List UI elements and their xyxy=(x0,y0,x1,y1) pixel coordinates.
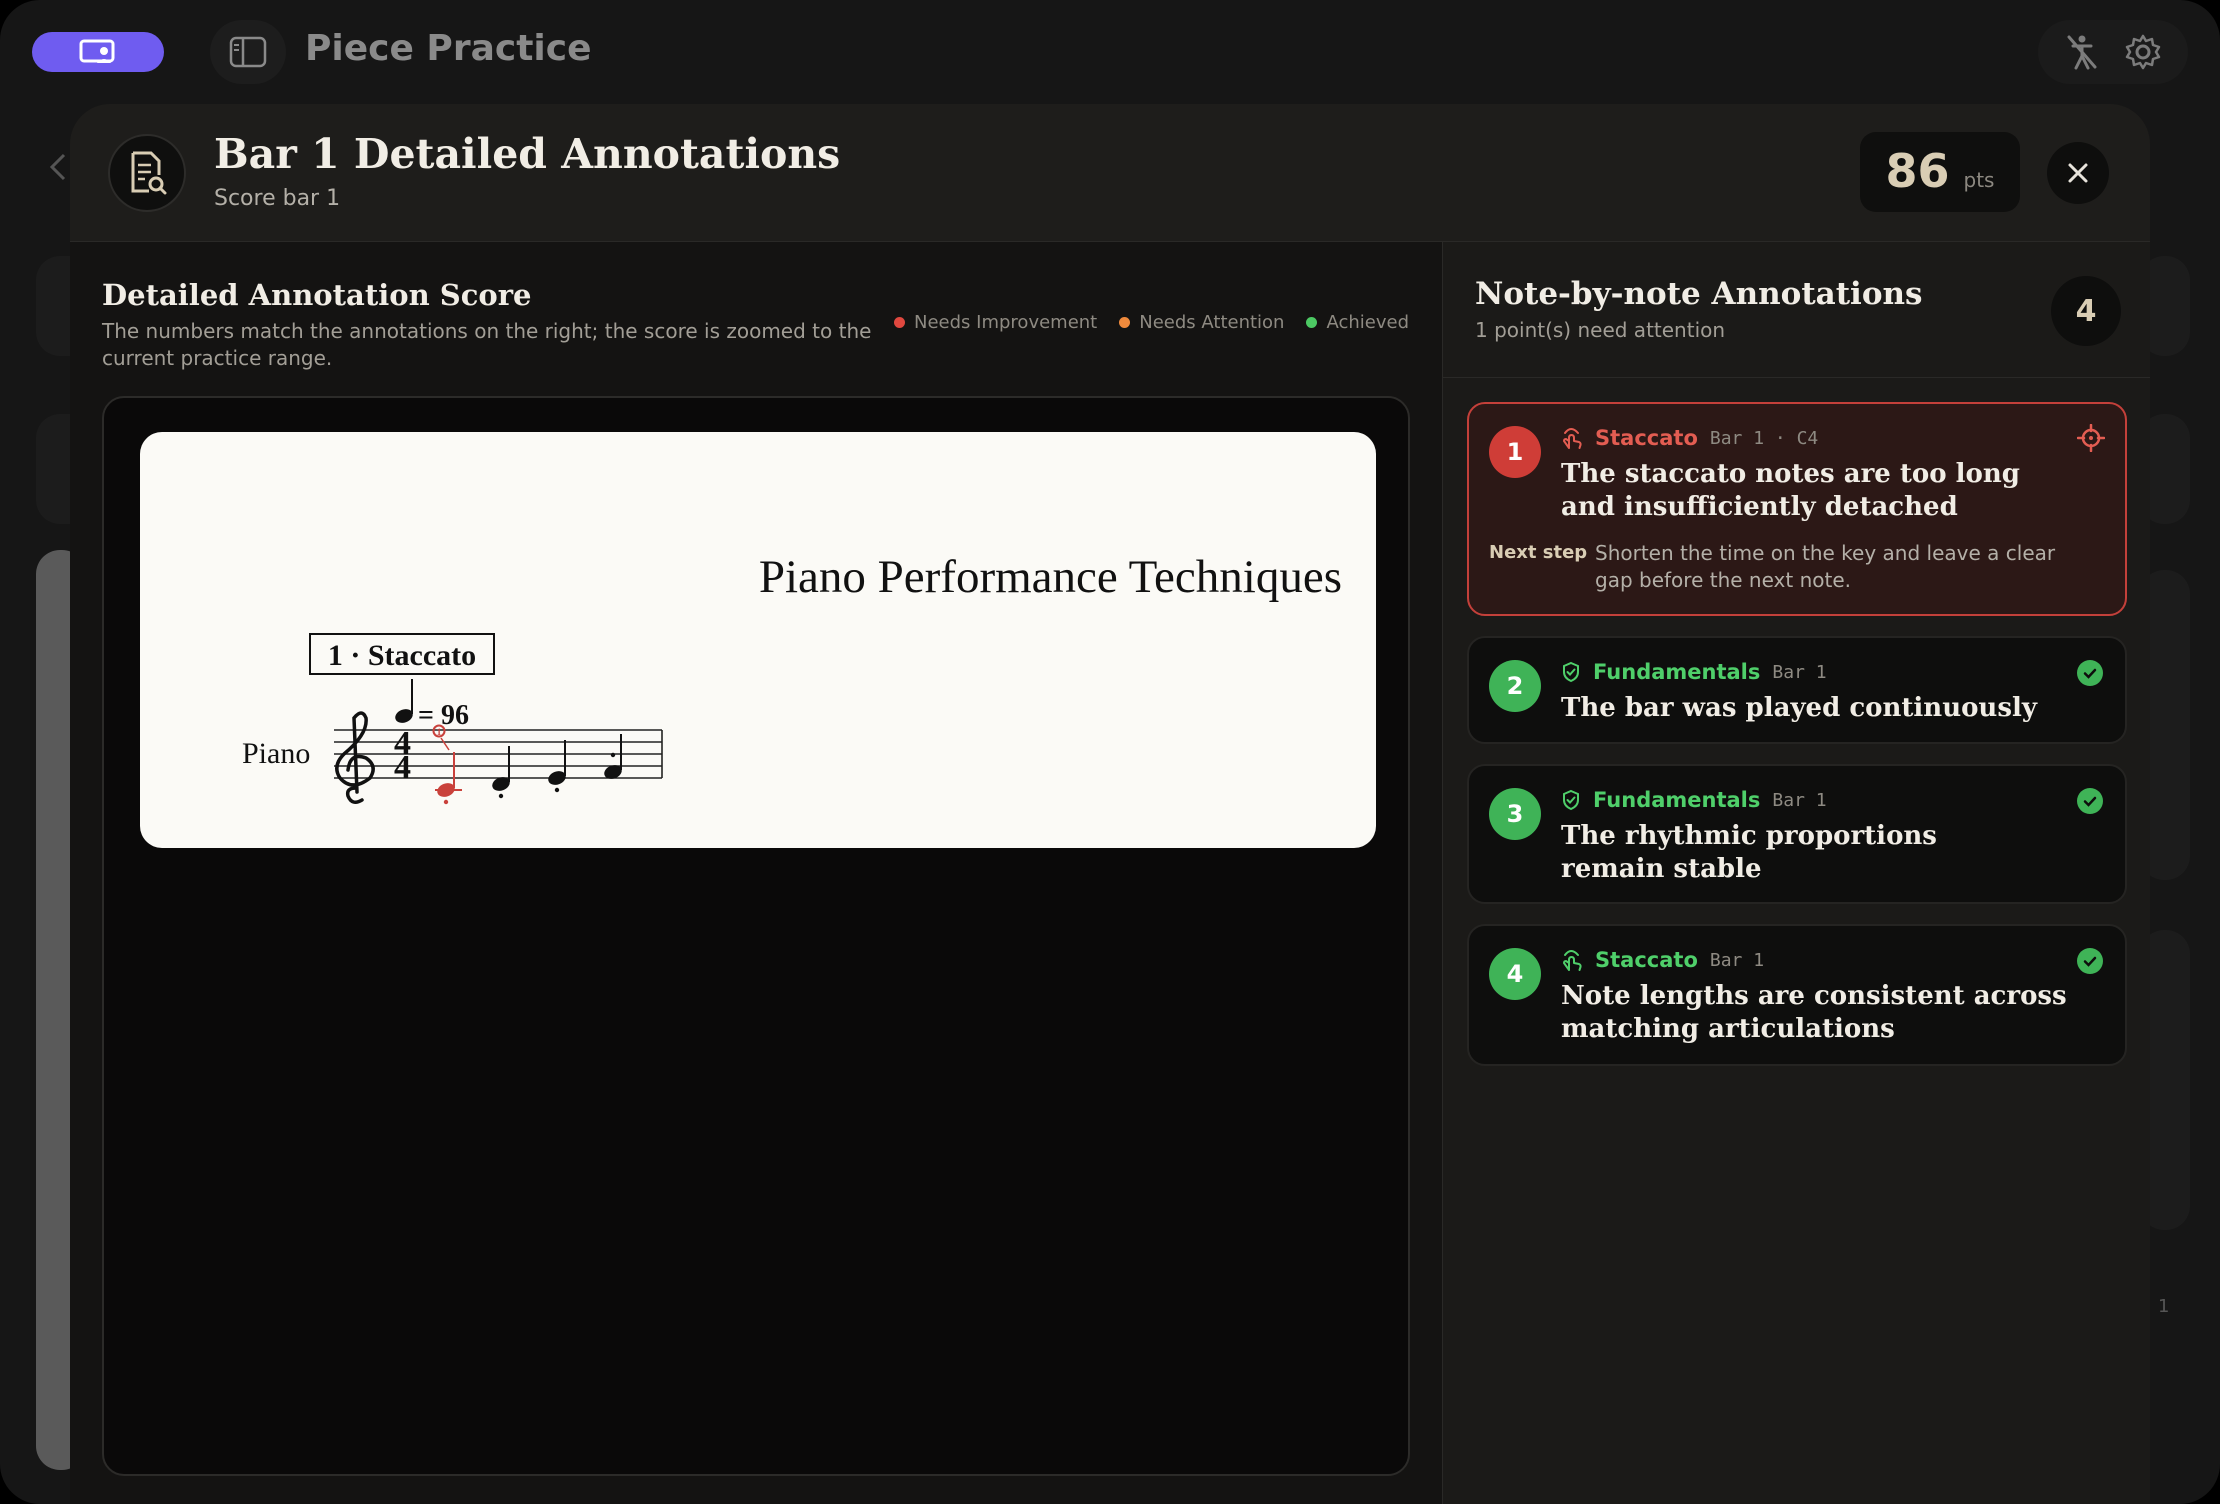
annotations-modal: Bar 1 Detailed Annotations Score bar 1 8… xyxy=(70,104,2150,1504)
annotation-meta: Fundamentals Bar 1 xyxy=(1561,660,1827,684)
close-icon xyxy=(2068,163,2088,183)
achieved-check-icon xyxy=(2077,660,2103,686)
next-step-text: Shorten the time on the key and leave a … xyxy=(1595,541,2056,592)
annotation-category: Staccato xyxy=(1595,948,1698,972)
annotation-location: Bar 1 · C4 xyxy=(1709,427,1819,449)
presenter-icon xyxy=(79,39,115,63)
app-title: Piece Practice xyxy=(305,28,592,69)
annotations-panel: Note-by-note Annotations 1 point(s) need… xyxy=(1442,242,2150,1504)
annotation-title: The bar was played continuously xyxy=(1561,693,2037,723)
legend-dot xyxy=(1306,317,1318,328)
achieved-check-icon xyxy=(2077,948,2103,974)
sidebar-icon xyxy=(229,36,267,68)
annotation-marker-number: 1 xyxy=(437,727,442,737)
annotation-category: Staccato xyxy=(1595,426,1698,450)
time-signature-bottom: 4 xyxy=(394,749,411,786)
modal-title: Bar 1 Detailed Annotations xyxy=(214,130,841,178)
document-search-icon xyxy=(108,134,186,212)
sheet-music: Piano Performance Techniques 1 · Staccat… xyxy=(242,551,1342,805)
legend-item-achieved: Achieved xyxy=(1306,312,1409,333)
annotation-number: 3 xyxy=(1489,788,1541,840)
next-step-label: Next step xyxy=(1489,542,1588,563)
annotation-location: Bar 1 xyxy=(1709,949,1765,971)
annotation-meta: Staccato Bar 1 · C4 xyxy=(1561,426,1818,450)
annotation-title: The rhythmic proportions remain stable xyxy=(1561,821,1937,884)
annotation-number: 2 xyxy=(1489,660,1541,712)
achieved-check-icon xyxy=(2077,788,2103,814)
top-right-controls xyxy=(2038,20,2188,84)
annotations-header: Note-by-note Annotations 1 point(s) need… xyxy=(1443,242,2150,378)
score-panel: Detailed Annotation Score The numbers ma… xyxy=(70,242,1442,1504)
annotation-meta: Staccato Bar 1 xyxy=(1561,948,1764,972)
status-legend: Needs Improvement Needs Attention Achiev… xyxy=(894,312,1409,333)
annotation-category: Fundamentals xyxy=(1593,660,1761,684)
annotation-title: The staccato notes are too long and insu… xyxy=(1561,459,2020,522)
annotation-card[interactable]: 2 Fundamentals Bar 1 The bar was played … xyxy=(1467,636,2127,744)
legend-dot xyxy=(894,317,906,328)
instrument-label: Piano xyxy=(242,737,310,770)
annotations-count-badge: 4 xyxy=(2051,276,2121,346)
piece-title: Piano Performance Techniques xyxy=(759,551,1342,603)
modal-subtitle: Score bar 1 xyxy=(214,186,341,211)
legend-label: Achieved xyxy=(1326,312,1409,333)
annotation-card[interactable]: 4 Staccato Bar 1 Note lengths are consis… xyxy=(1467,924,2127,1066)
locate-target-icon[interactable] xyxy=(2077,424,2105,452)
annotation-category: Fundamentals xyxy=(1593,788,1761,812)
shield-check-icon xyxy=(1563,661,1579,683)
app-window: Piece Practice 1 Bar 1 Detailed Annotati… xyxy=(0,0,2220,1504)
legend-item-needs-attention: Needs Attention xyxy=(1119,312,1284,333)
settings-gear-icon[interactable] xyxy=(2124,33,2162,71)
annotation-location: Bar 1 xyxy=(1772,789,1827,811)
annotation-card[interactable]: 3 Fundamentals Bar 1 The rhythmic propor… xyxy=(1467,764,2127,904)
points-display: 86 pts xyxy=(1860,132,2020,212)
annotations-subtitle: 1 point(s) need attention xyxy=(1475,318,1726,342)
hand-tap-icon xyxy=(1563,950,1582,971)
annotation-title: Note lengths are consistent across match… xyxy=(1561,981,2067,1044)
annotation-location: Bar 1 xyxy=(1772,661,1827,683)
points-value: 86 xyxy=(1885,144,1950,198)
close-button[interactable] xyxy=(2047,142,2109,204)
annotation-number: 4 xyxy=(1489,948,1541,1000)
legend-dot xyxy=(1119,317,1131,328)
legend-label: Needs Attention xyxy=(1139,312,1285,333)
back-chevron-icon xyxy=(49,153,66,181)
score-panel-description: The numbers match the annotations on the… xyxy=(102,319,872,370)
points-unit: pts xyxy=(1963,168,1995,192)
sidebar-toggle-button[interactable] xyxy=(210,20,286,84)
hand-tap-icon xyxy=(1563,428,1582,449)
annotations-title: Note-by-note Annotations xyxy=(1475,276,1923,312)
shield-check-icon xyxy=(1563,789,1579,811)
score-panel-title: Detailed Annotation Score xyxy=(102,278,532,312)
legend-label: Needs Improvement xyxy=(914,312,1098,333)
background-badge: 1 xyxy=(2158,1296,2170,1317)
annotation-number: 1 xyxy=(1489,426,1541,478)
modal-header: Bar 1 Detailed Annotations Score bar 1 8… xyxy=(70,104,2150,242)
accessibility-off-icon[interactable] xyxy=(2065,33,2099,71)
annotation-card[interactable]: 1 Staccato Bar 1 · C4 The staccato notes… xyxy=(1467,402,2127,616)
score-frame: Piano Performance Techniques 1 · Staccat… xyxy=(102,396,1410,1476)
rehearsal-mark: 1 · Staccato xyxy=(328,639,476,672)
top-bar: Piece Practice xyxy=(0,0,2220,104)
annotation-meta: Fundamentals Bar 1 xyxy=(1561,788,1827,812)
sheet-music-card: Piano Performance Techniques 1 · Staccat… xyxy=(140,432,1376,848)
legend-item-needs-improvement: Needs Improvement xyxy=(894,312,1097,333)
presenter-mode-button[interactable] xyxy=(32,32,164,72)
